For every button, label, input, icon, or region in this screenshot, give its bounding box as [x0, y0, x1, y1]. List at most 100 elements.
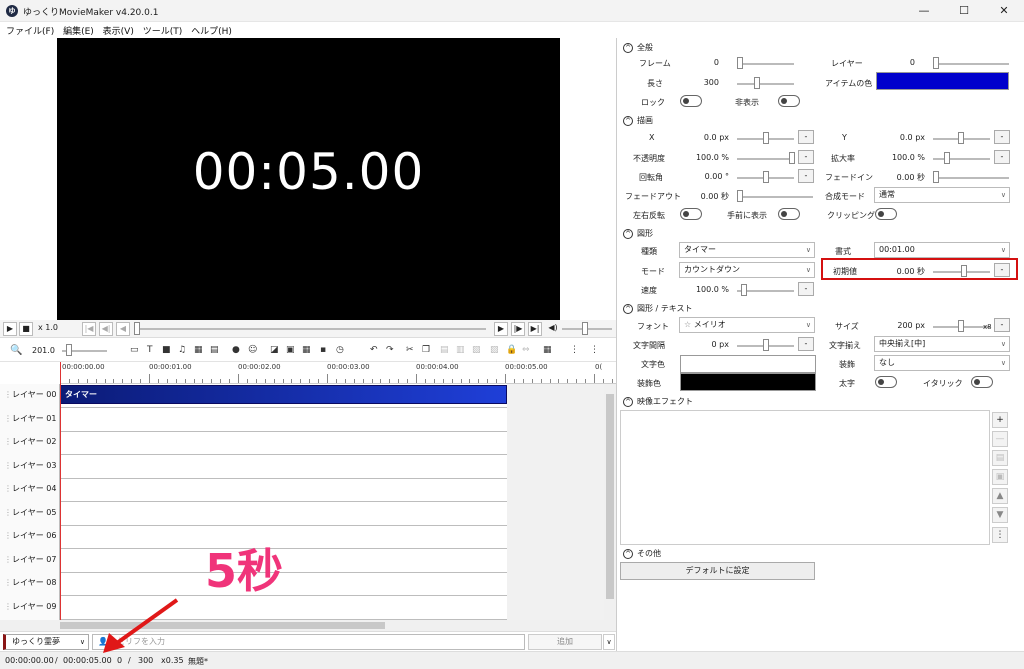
speed-mode-button[interactable]: - — [798, 282, 814, 296]
timeline-ruler[interactable]: 00:00:00.00 00:00:01.00 00:00:02.00 00:0… — [60, 362, 616, 384]
frame-slider-thumb[interactable] — [737, 57, 743, 69]
length-slider-thumb[interactable] — [754, 77, 760, 89]
cut-icon[interactable]: ✂ — [406, 345, 414, 355]
lock-toggle[interactable] — [680, 95, 702, 107]
bold-toggle[interactable] — [875, 376, 897, 388]
fadeout-slider[interactable] — [737, 196, 813, 198]
delete-icon[interactable]: ▥ — [456, 345, 465, 355]
fadein-slider-thumb[interactable] — [933, 171, 939, 183]
deco-select[interactable]: なし ∨ — [874, 355, 1010, 371]
layout-icon[interactable]: ▦ — [543, 345, 552, 355]
mode-select[interactable]: カウントダウン ∨ — [679, 262, 815, 278]
front-toggle[interactable] — [778, 208, 800, 220]
more-icon[interactable]: ⋮ — [590, 345, 599, 355]
section-general[interactable]: ^ 全般 — [623, 42, 653, 53]
marker-icon[interactable]: ⋮ — [570, 345, 579, 355]
text-icon[interactable]: T — [147, 345, 153, 355]
deco-color-swatch[interactable] — [680, 373, 816, 391]
save-icon[interactable]: ▪ — [320, 345, 326, 355]
copy-icon[interactable]: ❐ — [422, 345, 430, 355]
menu-view[interactable]: 表示(V) — [97, 22, 134, 37]
add-dropdown-icon[interactable]: ∨ — [603, 634, 615, 650]
y-slider-thumb[interactable] — [958, 132, 964, 144]
scale-value[interactable]: 100.0 % — [871, 153, 925, 162]
save-effect-icon[interactable]: ▣ — [992, 469, 1008, 485]
prev-frame-icon[interactable]: ◀| — [99, 322, 113, 336]
video-preview[interactable]: 00:05.00 — [57, 38, 560, 320]
fadein-value[interactable]: 0.00 秒 — [871, 172, 925, 183]
fadeout-slider-thumb[interactable] — [737, 190, 743, 202]
italic-toggle[interactable] — [971, 376, 993, 388]
move-up-icon[interactable]: ▲ — [992, 488, 1008, 504]
minimize-button[interactable]: — — [904, 0, 944, 22]
volume-slider-thumb[interactable] — [582, 322, 588, 335]
scrollbar-thumb[interactable] — [606, 394, 614, 599]
lock-icon[interactable]: 🔒 — [506, 345, 517, 355]
close-button[interactable]: ✕ — [984, 0, 1024, 22]
opacity-slider-thumb[interactable] — [789, 152, 795, 164]
layer-prop-value[interactable]: 0 — [871, 58, 915, 67]
add-effect-icon[interactable]: + — [992, 412, 1008, 428]
menu-edit[interactable]: 編集(E) — [57, 22, 94, 37]
length-slider[interactable] — [737, 83, 794, 85]
speed-select[interactable]: x 1.0 — [38, 323, 58, 332]
play-button[interactable]: ▶ — [3, 322, 17, 336]
length-value[interactable]: 300 — [677, 78, 719, 87]
seek-slider[interactable] — [136, 328, 486, 330]
video-icon[interactable]: ■ — [162, 345, 171, 355]
undo-icon[interactable]: ↶ — [370, 345, 378, 355]
menu-tools[interactable]: ツール(T) — [137, 22, 183, 37]
font-select[interactable]: ☆ メイリオ ∨ — [679, 317, 815, 333]
frame-slider[interactable] — [737, 63, 794, 65]
effect-menu-icon[interactable]: ⋮ — [992, 527, 1008, 543]
go-end-icon[interactable]: ▶| — [528, 322, 542, 336]
maximize-button[interactable]: ☐ — [944, 0, 984, 22]
step-back-icon[interactable]: ◀ — [116, 322, 130, 336]
scale-slider[interactable] — [933, 158, 990, 160]
size-mode-button[interactable]: - — [994, 318, 1010, 332]
next-frame-icon[interactable]: |▶ — [511, 322, 525, 336]
menu-help[interactable]: ヘルプ(H) — [185, 22, 232, 37]
seek-slider-thumb[interactable] — [134, 322, 140, 335]
fadein-slider[interactable] — [933, 177, 1009, 179]
playhead[interactable] — [60, 362, 61, 620]
text-color-swatch[interactable] — [680, 355, 816, 373]
timeline-vertical-scrollbar[interactable] — [604, 384, 616, 620]
timer-clip[interactable]: タイマー — [60, 385, 507, 404]
image-icon[interactable]: ▦ — [194, 345, 203, 355]
size-value[interactable]: 200 px — [871, 321, 925, 330]
stop-button[interactable]: ■ — [19, 322, 33, 336]
zoom-slider-thumb[interactable] — [66, 344, 72, 356]
frame-value[interactable]: 0 — [677, 58, 719, 67]
paste-icon[interactable]: ▤ — [440, 345, 449, 355]
x-mode-button[interactable]: - — [798, 130, 814, 144]
layer-slider-thumb[interactable] — [933, 57, 939, 69]
grid-icon[interactable]: ▦ — [302, 345, 311, 355]
opacity-slider[interactable] — [737, 158, 794, 160]
spacing-slider-thumb[interactable] — [763, 339, 769, 351]
group-icon[interactable]: ▧ — [472, 345, 481, 355]
effect-list[interactable] — [620, 410, 990, 545]
go-start-icon[interactable]: |◀ — [82, 322, 96, 336]
effect-icon[interactable]: ▣ — [286, 345, 295, 355]
clock-icon[interactable]: ◷ — [336, 345, 344, 355]
rotation-slider-thumb[interactable] — [763, 171, 769, 183]
item-color-swatch[interactable] — [876, 72, 1009, 90]
spacing-value[interactable]: 0 px — [677, 340, 729, 349]
character-select[interactable]: ゆっくり霊夢 ∨ — [3, 634, 89, 650]
type-select[interactable]: タイマー ∨ — [679, 242, 815, 258]
rotation-value[interactable]: 0.00 ° — [677, 172, 729, 181]
speed-slider-thumb[interactable] — [741, 284, 747, 296]
move-down-icon[interactable]: ▼ — [992, 507, 1008, 523]
rotation-mode-button[interactable]: - — [798, 169, 814, 183]
volume-icon[interactable]: ◀) — [546, 322, 560, 336]
section-shape[interactable]: ^ 図形 — [623, 228, 653, 239]
scale-slider-thumb[interactable] — [944, 152, 950, 164]
opacity-value[interactable]: 100.0 % — [677, 153, 729, 162]
add-button[interactable]: 追加 — [528, 634, 602, 650]
snap-icon[interactable]: ⇔ — [522, 345, 530, 355]
format-select[interactable]: 00:01.00 ∨ — [874, 242, 1010, 258]
music-icon[interactable]: ♫ — [178, 345, 186, 355]
transition-icon[interactable]: ◪ — [270, 345, 279, 355]
shape-icon[interactable]: ▤ — [210, 345, 219, 355]
